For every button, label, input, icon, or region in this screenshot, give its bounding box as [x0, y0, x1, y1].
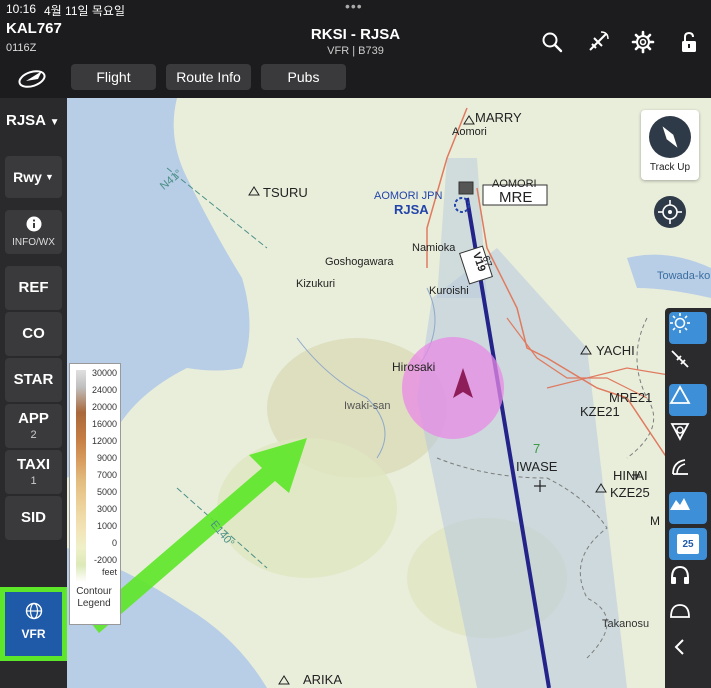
city-kuroishi: Kuroishi	[429, 285, 469, 297]
airplane-diagonal-icon[interactable]	[669, 348, 707, 380]
status-date: 4월 11일 목요일	[44, 4, 125, 18]
intersection-icon[interactable]	[669, 420, 707, 452]
vfr-label: VFR	[21, 627, 46, 641]
legend-tick: 5000	[96, 487, 117, 497]
ref-button[interactable]: REF	[5, 266, 62, 310]
contour-legend: 30000 24000 20000 16000 12000 9000 7000 …	[69, 363, 121, 625]
app-label: APP	[18, 410, 49, 427]
city-aomori: Aomori	[452, 126, 487, 138]
triangle-icon[interactable]	[669, 384, 707, 416]
mountain-iwaki-san: Iwaki-san	[344, 400, 391, 412]
waypoint-yachi[interactable]: YACHI	[596, 343, 635, 358]
legend-title-2: Legend	[77, 598, 111, 609]
headphones-icon[interactable]	[669, 564, 707, 596]
vor-mre[interactable]: MRE	[499, 189, 532, 206]
city-goshogawara: Goshogawara	[325, 256, 394, 268]
wifi-airplane-icon[interactable]	[586, 30, 610, 54]
waypoint-tsuru[interactable]: TSURU	[263, 185, 308, 200]
status-time: 10:16	[6, 2, 37, 16]
calendar-25-icon[interactable]: 25	[669, 528, 707, 560]
track-up-label: Track Up	[649, 162, 691, 173]
sid-button[interactable]: SID	[5, 496, 62, 540]
lock-icon[interactable]	[677, 30, 701, 54]
tab-route-info-label: Route Info	[176, 69, 241, 85]
tab-pubs[interactable]: Pubs	[261, 64, 346, 90]
co-button[interactable]: CO	[5, 312, 62, 356]
contour-color-bar	[76, 370, 86, 582]
terrain-icon[interactable]	[669, 492, 707, 524]
co-label: CO	[22, 325, 45, 342]
taxi-label: TAXI	[16, 456, 51, 473]
info-wx-label: INFO/WX	[12, 237, 55, 248]
legend-tick: 20000	[91, 402, 117, 412]
tab-flight-label: Flight	[96, 69, 131, 85]
city-hirosaki: Hirosaki	[392, 360, 436, 374]
waypoint-marry[interactable]: MARRY	[475, 110, 522, 125]
legend-unit: feet	[101, 567, 117, 577]
gear-icon[interactable]	[631, 30, 655, 54]
airport-selector[interactable]: RJSA ▼	[6, 112, 60, 129]
radar-icon[interactable]	[669, 456, 707, 488]
runway-label: Rwy	[13, 169, 42, 185]
tab-pubs-label: Pubs	[287, 69, 320, 85]
chevron-left-icon[interactable]	[669, 636, 707, 668]
tab-flight[interactable]: Flight	[71, 64, 156, 90]
legend-tick: 9000	[96, 453, 117, 463]
lake-towada: Towada-ko	[657, 270, 711, 282]
legend-tick: 0	[111, 538, 117, 548]
legend-tick: 12000	[91, 436, 117, 446]
label-m: M	[650, 514, 660, 528]
airport-name: AOMORI JPN	[374, 190, 443, 202]
city-namioka: Namioka	[412, 242, 456, 254]
legend-tick: 30000	[91, 368, 117, 378]
fix-mre21[interactable]: MRE21	[609, 390, 652, 405]
app-logo-icon[interactable]	[16, 65, 50, 89]
layer-toolbar: 25	[665, 308, 711, 688]
track-up-button[interactable]: Track Up	[641, 110, 699, 180]
calendar-badge: 25	[677, 534, 699, 554]
protractor-icon[interactable]	[669, 600, 707, 632]
compass-icon	[649, 116, 691, 158]
runway-button[interactable]: Rwy ▼	[5, 156, 62, 198]
airport-rjsa[interactable]: RJSA	[394, 202, 429, 217]
waypoint-hinai[interactable]: HINAI	[613, 468, 648, 483]
info-wx-button[interactable]: INFO/WX	[5, 210, 62, 254]
map-view[interactable]: 7 MARRY Aomori AOMORI MRE AOMORI JPN RJS…	[67, 98, 711, 688]
info-icon	[26, 216, 41, 232]
legend-tick: -2000	[93, 555, 117, 565]
crosshair-icon	[658, 200, 682, 224]
legend-tick: 24000	[91, 385, 117, 395]
globe-icon	[25, 602, 42, 620]
fix-kze25[interactable]: KZE25	[610, 485, 650, 500]
taxi-button[interactable]: TAXI 1	[5, 450, 62, 494]
sun-icon[interactable]	[669, 312, 707, 344]
city-kizukuri: Kizukuri	[296, 278, 336, 290]
taxi-count: 1	[30, 475, 37, 487]
multitask-dots[interactable]: •••	[345, 0, 363, 14]
chevron-down-icon: ▼	[44, 172, 54, 182]
legend-tick: 3000	[96, 504, 117, 514]
airway-marker-7: 7	[533, 441, 540, 456]
fix-kze21[interactable]: KZE21	[580, 404, 620, 419]
city-takanosu: Takanosu	[602, 618, 650, 630]
legend-tick: 1000	[96, 521, 117, 531]
tab-route-info[interactable]: Route Info	[166, 64, 251, 90]
legend-title-1: Contour	[76, 586, 112, 597]
top-bar: 10:16 4월 11일 목요일 ••• KAL767 0116Z RKSI -…	[0, 0, 711, 98]
legend-tick: 7000	[96, 470, 117, 480]
ref-label: REF	[18, 279, 49, 296]
chevron-down-icon: ▼	[49, 117, 60, 128]
legend-tick: 16000	[91, 419, 117, 429]
vfr-button[interactable]: VFR	[0, 587, 67, 661]
sid-label: SID	[20, 509, 46, 526]
app-button[interactable]: APP 2	[5, 404, 62, 448]
airport-code: RJSA	[6, 112, 46, 129]
waypoint-iwase[interactable]: IWASE	[516, 459, 557, 474]
waypoint-arika[interactable]: ARIKA	[303, 672, 342, 687]
search-icon[interactable]	[540, 30, 564, 54]
crosshair-button[interactable]	[654, 196, 686, 228]
star-button[interactable]: STAR	[5, 358, 62, 402]
star-label: STAR	[13, 371, 54, 388]
app-count: 2	[30, 429, 37, 441]
